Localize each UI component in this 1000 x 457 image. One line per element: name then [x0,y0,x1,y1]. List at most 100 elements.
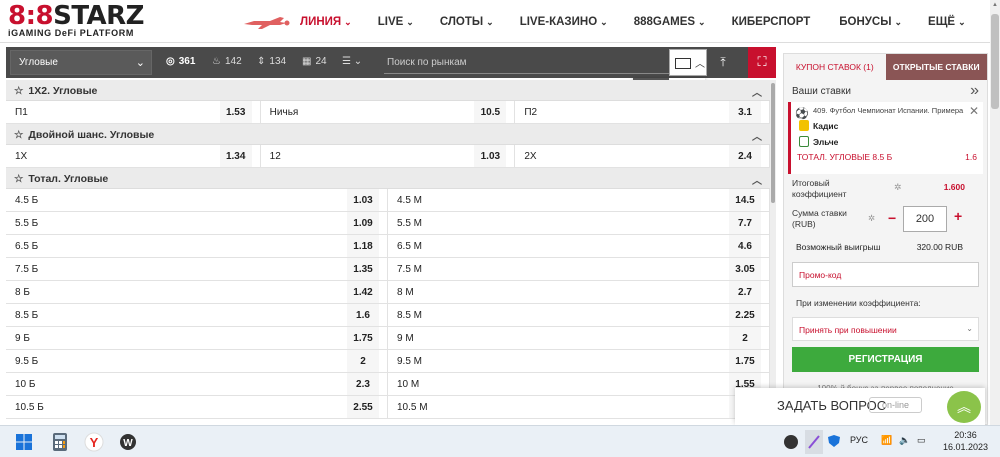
view-toggle-button[interactable]: ︿ [669,49,707,76]
stake-decrease-button[interactable]: − [888,210,896,226]
bet-outcome[interactable]: 6.5 М 4.6 [388,235,770,257]
bet-outcome[interactable]: 8.5 Б 1.6 [6,304,388,326]
outcome-odd[interactable]: 1.42 [347,281,379,303]
outcome-odd[interactable]: 1.6 [347,304,379,326]
windows-start-icon[interactable] [14,432,34,452]
bet-outcome[interactable]: 7.5 М 3.05 [388,258,770,280]
nav-item-2[interactable]: СЛОТЫ ⌄ [440,16,494,28]
outcome-odd[interactable]: 1.75 [729,350,761,372]
odds-change-select[interactable]: Принять при повышении ⌄ [792,317,979,341]
tab-open-bets[interactable]: ОТКРЫТЫЕ СТАВКИ [885,54,987,80]
bet-outcome[interactable]: 9 М 2 [388,327,770,349]
filter-grid[interactable]: ▦ 24 [302,56,327,67]
outcome-odd[interactable]: 4.6 [729,235,761,257]
star-icon[interactable]: ☆ [14,85,23,97]
yandex-browser-icon[interactable]: Y [84,432,104,452]
outcome-odd[interactable]: 14.5 [729,189,761,211]
outcome-odd[interactable]: 7.7 [729,212,761,234]
nav-item-7[interactable]: ЕЩЁ ⌄ [928,16,966,28]
tray-shield-icon[interactable] [827,434,841,448]
calculator-icon[interactable] [50,432,70,452]
outcome-odd[interactable]: 1.53 [219,101,252,123]
outcome-odd[interactable]: 3.1 [729,101,762,123]
markets-scrollbar-thumb[interactable] [771,83,775,203]
filter-all[interactable]: ◎ 361 [166,56,195,67]
market-header[interactable]: ☆ 1Х2. Угловые ︿ [6,80,770,101]
nav-item-4[interactable]: 888GAMES ⌄ [634,16,706,28]
bet-outcome[interactable]: 9.5 М 1.75 [388,350,770,372]
bet-outcome[interactable]: 10.5 М [388,396,770,418]
nav-item-5[interactable]: КИБЕРСПОРТ [732,16,814,28]
bet-outcome[interactable]: П1 1.53 [6,101,261,123]
tray-w-icon[interactable] [783,434,799,450]
nav-item-3[interactable]: LIVE-КАЗИНО ⌄ [520,16,608,28]
market-search-input[interactable]: Поиск по рынкам [384,51,669,74]
outcome-odd[interactable]: 1.03 [474,145,507,167]
nav-item-6[interactable]: БОНУСЫ ⌄ [839,16,902,28]
market-header[interactable]: ☆ Двойной шанс. Угловые ︿ [6,124,770,145]
gear-icon[interactable]: ✲ [868,213,875,224]
collapse-up-icon[interactable]: ⤒ [709,50,737,75]
bet-outcome[interactable]: 8 М 2.7 [388,281,770,303]
filter-popular[interactable]: ♨ 142 [212,56,242,67]
outcome-odd[interactable]: 3.05 [729,258,761,280]
register-button[interactable]: РЕГИСТРАЦИЯ [792,347,979,372]
bet-outcome[interactable]: 6.5 Б 1.18 [6,235,388,257]
filter-updown[interactable]: ⇕ 134 [257,56,286,67]
star-icon[interactable]: ☆ [14,173,23,185]
outcome-odd[interactable]: 2 [347,350,379,372]
ask-question-widget[interactable]: ЗАДАТЬ ВОПРОС on-line ︽ [735,388,985,425]
bet-outcome[interactable]: 2Х 2.4 [515,145,770,167]
promo-code-input[interactable]: Промо-код [792,262,979,287]
chevron-up-icon[interactable]: ︿ [752,128,762,143]
bet-outcome[interactable]: 1Х 1.34 [6,145,261,167]
close-icon[interactable]: ✕ [969,104,979,118]
star-icon[interactable]: ☆ [14,129,23,141]
outcome-odd[interactable]: 2 [729,327,761,349]
outcome-odd[interactable]: 2.4 [729,145,762,167]
language-indicator[interactable]: РУС [850,435,868,445]
outcome-odd[interactable]: 1.18 [347,235,379,257]
bet-outcome[interactable]: П2 3.1 [515,101,770,123]
site-logo[interactable]: 8:8STARZ iGAMING DeFi PLATFORM [8,3,148,41]
page-scrollbar-thumb[interactable] [991,14,999,109]
market-header[interactable]: ☆ Тотал. Угловые ︿ [6,168,770,189]
bet-outcome[interactable]: 8 Б 1.42 [6,281,388,303]
stake-increase-button[interactable]: + [954,208,962,224]
outcome-odd[interactable]: 1.03 [347,189,379,211]
outcome-odd[interactable]: 1.34 [219,145,252,167]
app-w-icon[interactable]: W [118,432,138,452]
bet-outcome[interactable]: 4.5 Б 1.03 [6,189,388,211]
chevron-up-icon[interactable]: ︽ [947,391,981,423]
market-type-dropdown[interactable]: Угловые ⌄ [10,50,152,75]
bet-outcome[interactable]: 10.5 Б 2.55 [6,396,388,418]
volume-icon[interactable]: 🔈 [899,435,910,446]
chevron-up-icon[interactable]: ︿ [752,84,762,99]
nav-item-0[interactable]: ЛИНИЯ ⌄ [300,16,352,28]
outcome-odd[interactable]: 2.25 [729,304,761,326]
gear-icon[interactable]: ✲ [894,182,902,193]
outcome-odd[interactable]: 1.09 [347,212,379,234]
nav-item-1[interactable]: LIVE ⌄ [378,16,414,28]
outcome-odd[interactable]: 2.3 [347,373,379,395]
battery-icon[interactable]: ▭ [917,435,926,446]
outcome-odd[interactable]: 2.7 [729,281,761,303]
page-scrollbar[interactable]: ▲ [990,0,1000,425]
list-menu-icon[interactable]: ☰ ⌄ [342,56,362,67]
double-chevron-right-icon[interactable]: » [970,82,979,100]
stake-input[interactable]: 200 [903,206,947,232]
bet-outcome[interactable]: 12 1.03 [261,145,516,167]
aviator-plane-icon[interactable] [240,12,292,32]
tab-coupon[interactable]: КУПОН СТАВОК (1) [784,54,886,80]
bet-outcome[interactable]: 10 М 1.55 [388,373,770,395]
bet-outcome[interactable]: 4.5 М 14.5 [388,189,770,211]
bet-outcome[interactable]: 5.5 Б 1.09 [6,212,388,234]
bet-outcome[interactable]: 5.5 М 7.7 [388,212,770,234]
outcome-odd[interactable]: 1.75 [347,327,379,349]
chevron-up-icon[interactable]: ︿ [752,172,762,187]
bet-outcome[interactable]: 7.5 Б 1.35 [6,258,388,280]
bet-outcome[interactable]: 10 Б 2.3 [6,373,388,395]
clock[interactable]: 20:36 16.01.2023 [943,429,988,453]
bet-outcome[interactable]: 9.5 Б 2 [6,350,388,372]
outcome-odd[interactable]: 2.55 [347,396,379,418]
